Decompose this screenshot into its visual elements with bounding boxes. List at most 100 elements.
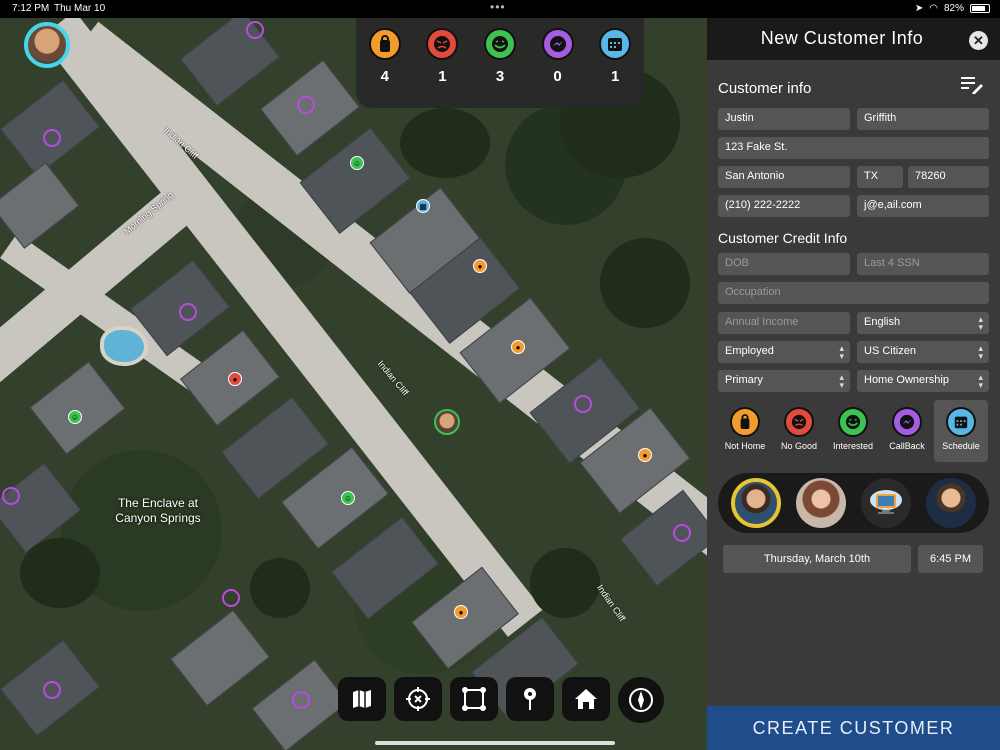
- empty-pin[interactable]: [292, 691, 310, 709]
- dob-field[interactable]: DOB: [718, 253, 850, 275]
- ssn-field[interactable]: Last 4 SSN: [857, 253, 989, 275]
- chevron-updown-icon: ▴ ▾: [839, 343, 844, 361]
- wifi-icon: ◠: [929, 3, 938, 14]
- messenger-icon: [892, 407, 922, 437]
- calendar-icon: [946, 407, 976, 437]
- applicant-select[interactable]: Primary ▴ ▾: [718, 370, 850, 392]
- multitasking-dots-icon[interactable]: •••: [490, 0, 506, 14]
- zip-field[interactable]: 78260: [908, 166, 989, 188]
- empty-pin[interactable]: [246, 21, 264, 39]
- rep-avatar[interactable]: [731, 478, 782, 528]
- counter-no-good[interactable]: 1: [426, 28, 459, 108]
- last-name-field[interactable]: Griffith: [857, 108, 989, 130]
- empty-pin[interactable]: [222, 589, 240, 607]
- occupation-field[interactable]: Occupation: [718, 282, 989, 304]
- map-icon[interactable]: [338, 677, 386, 721]
- create-customer-button[interactable]: CREATE CUSTOMER: [707, 706, 1000, 750]
- battery-fill: [972, 6, 985, 11]
- empty-pin[interactable]: [574, 395, 592, 413]
- language-select-value: English: [864, 316, 901, 328]
- battery-icon: [970, 4, 990, 13]
- no-good-pin[interactable]: ●: [228, 372, 242, 386]
- not-home-pin[interactable]: ●: [454, 605, 468, 619]
- house: [331, 516, 439, 620]
- satellite-map[interactable]: Indian Cliff Morning Spring Indian Cliff…: [0, 18, 707, 750]
- status-callback-button[interactable]: CallBack: [880, 400, 934, 462]
- citizenship-select-value: US Citizen: [864, 345, 916, 357]
- chevron-updown-icon: ▴ ▾: [978, 314, 983, 332]
- status-not-home-label: Not Home: [724, 441, 766, 451]
- area-label: The Enclave at Canyon Springs: [100, 496, 216, 526]
- home-indicator[interactable]: [375, 741, 615, 745]
- status-not-home-button[interactable]: Not Home: [718, 400, 772, 462]
- rep-avatar[interactable]: [796, 478, 847, 528]
- home-ownership-select[interactable]: Home Ownership ▴ ▾: [857, 370, 989, 392]
- current-user-location-avatar[interactable]: [434, 409, 460, 435]
- empty-pin[interactable]: [2, 487, 20, 505]
- counter-callback[interactable]: 0: [541, 28, 574, 108]
- polygon-icon[interactable]: [450, 677, 498, 721]
- employment-select-value: Employed: [725, 345, 774, 357]
- counter-interested[interactable]: 3: [483, 28, 516, 108]
- compass-icon[interactable]: [618, 677, 664, 723]
- not-home-pin[interactable]: ●: [511, 340, 525, 354]
- house: [170, 609, 270, 707]
- empty-pin[interactable]: [179, 303, 197, 321]
- state-field[interactable]: TX: [857, 166, 903, 188]
- employment-select[interactable]: Employed ▴ ▾: [718, 341, 850, 363]
- annual-income-field[interactable]: Annual Income: [718, 312, 850, 334]
- door-hanger-icon: [730, 407, 760, 437]
- not-home-pin[interactable]: ●: [638, 448, 652, 462]
- street-label: Indian Cliff: [594, 582, 628, 624]
- appointment-date-button[interactable]: Thursday, March 10th: [723, 545, 911, 573]
- counter-not-home-value: 4: [380, 68, 389, 85]
- map-toolbar: [338, 677, 664, 723]
- empty-pin[interactable]: [297, 96, 315, 114]
- status-schedule-button[interactable]: Schedule: [934, 400, 988, 462]
- counter-schedule[interactable]: 1: [599, 28, 632, 108]
- address-field[interactable]: 123 Fake St.: [718, 137, 989, 159]
- empty-pin[interactable]: [43, 681, 61, 699]
- status-counter-panel: 4 1 3 0 1: [356, 18, 644, 108]
- first-name-field[interactable]: Justin: [718, 108, 850, 130]
- applicant-select-value: Primary: [725, 374, 763, 386]
- pin-icon[interactable]: [506, 677, 554, 721]
- chevron-updown-icon: ▴ ▾: [978, 343, 983, 361]
- phone-field[interactable]: (210) 222-2222: [718, 195, 850, 217]
- not-home-pin[interactable]: ●: [473, 259, 487, 273]
- new-customer-panel: New Customer Info ✕ Customer info Justin…: [707, 18, 1000, 750]
- schedule-pin[interactable]: ▦: [416, 199, 430, 213]
- interested-pin[interactable]: ☺: [350, 156, 364, 170]
- home-icon[interactable]: [562, 677, 610, 721]
- empty-pin[interactable]: [43, 129, 61, 147]
- house: [29, 361, 126, 455]
- status-schedule-label: Schedule: [942, 441, 980, 451]
- status-callback-label: CallBack: [889, 441, 925, 451]
- rep-remote-meeting-icon[interactable]: [860, 478, 911, 528]
- status-no-good-button[interactable]: No Good: [772, 400, 826, 462]
- interested-pin[interactable]: ☺: [341, 491, 355, 505]
- close-icon[interactable]: ✕: [969, 31, 988, 50]
- counter-not-home[interactable]: 4: [368, 28, 401, 108]
- tree: [250, 558, 310, 618]
- email-field[interactable]: j@e,ail.com: [857, 195, 989, 217]
- city-field[interactable]: San Antonio: [718, 166, 850, 188]
- appointment-time-button[interactable]: 6:45 PM: [918, 545, 983, 573]
- status-interested-label: Interested: [832, 441, 874, 451]
- tree: [400, 108, 490, 178]
- tree: [600, 238, 690, 328]
- user-avatar[interactable]: [24, 22, 70, 68]
- edit-list-icon[interactable]: [960, 75, 984, 100]
- status-interested-button[interactable]: Interested: [826, 400, 880, 462]
- language-select[interactable]: English ▴ ▾: [857, 312, 989, 334]
- counter-schedule-value: 1: [611, 68, 620, 85]
- locate-icon[interactable]: [394, 677, 442, 721]
- status-selector: Not Home No Good Interested CallBack Sch…: [718, 400, 988, 462]
- empty-pin[interactable]: [673, 524, 691, 542]
- citizenship-select[interactable]: US Citizen ▴ ▾: [857, 341, 989, 363]
- pool: [100, 326, 148, 366]
- rep-avatar[interactable]: [925, 478, 976, 528]
- status-indicators: ➤ ◠ 82%: [915, 3, 990, 14]
- tree: [530, 548, 600, 618]
- interested-pin[interactable]: ☺: [68, 410, 82, 424]
